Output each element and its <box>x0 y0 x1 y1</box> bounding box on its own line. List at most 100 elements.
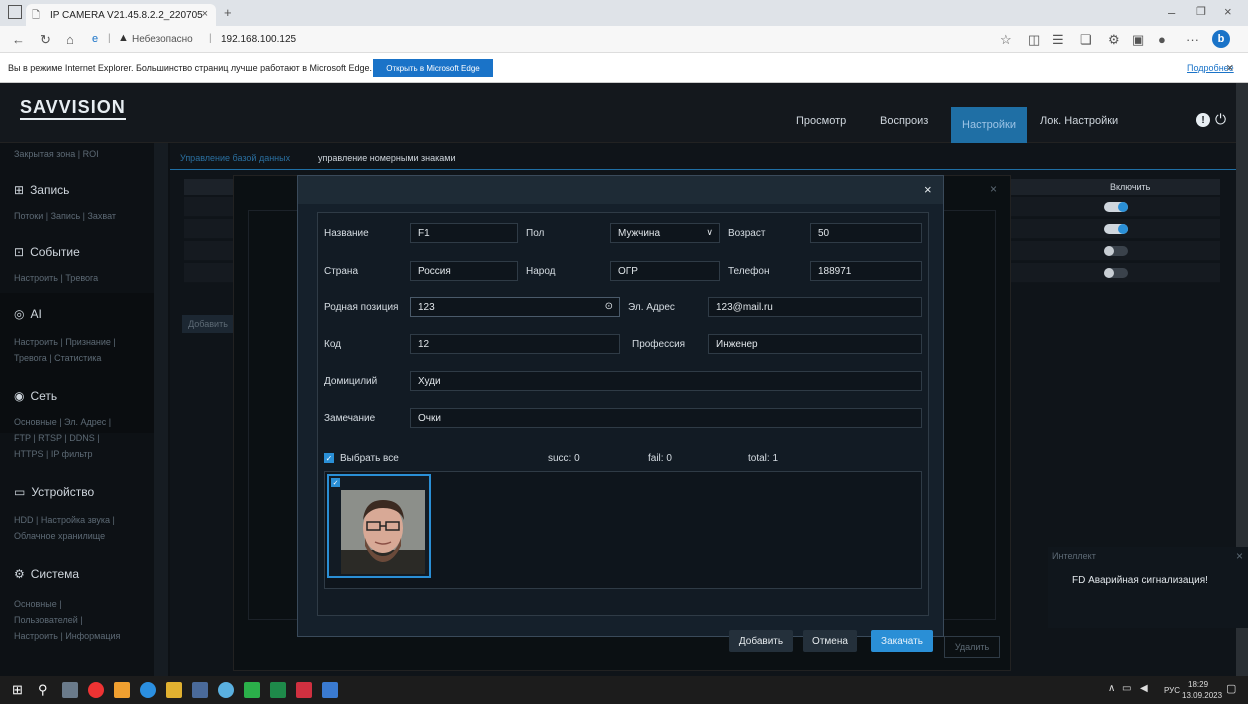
notifications-icon[interactable]: ▢ <box>1226 682 1236 695</box>
network-tray-icon[interactable]: ▭ <box>1122 683 1131 694</box>
sidebar-sub-network-3[interactable]: HTTPS | IP фильтр <box>14 449 92 459</box>
nav-settings[interactable]: Настройки <box>951 107 1027 143</box>
app-icon-1[interactable] <box>114 682 130 698</box>
task-view-icon[interactable] <box>62 682 78 698</box>
domicile-input[interactable]: Худи <box>410 371 922 391</box>
sidebar-sub-ai-1[interactable]: Настроить | Признание | <box>14 337 116 347</box>
language-indicator[interactable]: РУС <box>1164 686 1180 695</box>
remark-input[interactable]: Очки <box>410 408 922 428</box>
search-icon[interactable]: ⚲ <box>38 682 48 698</box>
sidebar-sub-device-1[interactable]: HDD | Настройка звука | <box>14 515 115 525</box>
tray-chevron-icon[interactable]: ∧ <box>1108 683 1115 694</box>
warning-icon[interactable]: ▲ <box>118 32 129 44</box>
sidebar-sub-event[interactable]: Настроить | Тревога <box>14 273 98 283</box>
alert-icon[interactable]: ! <box>1196 113 1210 127</box>
tab-license-plates[interactable]: управление номерными знаками <box>318 153 456 163</box>
url-text[interactable]: 192.168.100.125 <box>221 34 296 45</box>
add-button-bg[interactable]: Добавить <box>182 315 234 333</box>
minimize-icon[interactable]: – <box>1168 5 1175 20</box>
edge-icon[interactable] <box>140 682 156 698</box>
nation-input[interactable]: ОГР <box>610 261 720 281</box>
sidebar-item-privacy-roi[interactable]: Закрытая зона | ROI <box>14 149 99 159</box>
infobar-close-icon[interactable]: × <box>1226 60 1234 75</box>
thumbnail-checkbox[interactable]: ✓ <box>331 478 340 487</box>
opera-icon[interactable] <box>88 682 104 698</box>
native-place-input[interactable]: 123 ⊙ <box>410 297 620 317</box>
sidebar-sub-network-1[interactable]: Основные | Эл. Адрес | <box>14 417 111 427</box>
enable-toggle[interactable] <box>1104 224 1128 234</box>
sidebar-section-record[interactable]: ⊞ Запись <box>14 183 69 197</box>
dialog-close-icon[interactable]: × <box>924 182 932 197</box>
split-screen-icon[interactable]: ◫ <box>1028 32 1040 48</box>
enable-toggle[interactable] <box>1104 246 1128 256</box>
clock-time[interactable]: 18:29 <box>1188 680 1208 689</box>
bing-copilot-icon[interactable]: b <box>1212 30 1230 48</box>
excel-icon[interactable] <box>270 682 286 698</box>
sidebar-sub-record[interactable]: Потоки | Запись | Захват <box>14 211 116 221</box>
close-tab-icon[interactable]: × <box>202 8 208 20</box>
new-tab-icon[interactable]: + <box>224 5 232 20</box>
power-icon[interactable]: ⏻ <box>1215 111 1226 128</box>
ie-mode-icon[interactable]: e <box>92 33 98 45</box>
chrome-like-icon[interactable] <box>218 682 234 698</box>
nav-view[interactable]: Просмотр <box>796 115 846 127</box>
profile-icon[interactable]: ● <box>1158 32 1166 47</box>
windows-start-icon[interactable]: ⊞ <box>12 682 23 698</box>
back-icon[interactable]: ← <box>12 32 25 47</box>
sidebar-scrollbar[interactable] <box>154 143 168 676</box>
underlying-close-icon[interactable]: × <box>990 182 997 196</box>
sidebar-sub-system-1[interactable]: Основные | <box>14 599 62 609</box>
more-icon[interactable]: ··· <box>1186 32 1199 47</box>
home-icon[interactable]: ⌂ <box>66 32 74 47</box>
email-input[interactable]: 123@mail.ru <box>708 297 922 317</box>
delete-button[interactable]: Удалить <box>944 636 1000 658</box>
enable-toggle[interactable] <box>1104 268 1128 278</box>
window-close-icon[interactable]: × <box>1224 4 1232 19</box>
enable-toggle[interactable] <box>1104 202 1128 212</box>
select-all-checkbox[interactable]: ✓ <box>324 453 334 463</box>
whatsapp-icon[interactable] <box>244 682 260 698</box>
sidebar-sub-system-2[interactable]: Пользователей | <box>14 615 83 625</box>
favorites-icon[interactable]: ☰ <box>1052 32 1064 48</box>
sidebar-section-device[interactable]: ▭ Устройство <box>14 485 94 499</box>
sex-select[interactable]: Мужчина ∨ <box>610 223 720 243</box>
workspaces-icon[interactable] <box>8 5 22 19</box>
nav-local-settings[interactable]: Лок. Настройки <box>1040 115 1118 127</box>
nav-playback[interactable]: Воспроиз <box>880 115 928 127</box>
sidebar-section-event[interactable]: ⊡ Событие <box>14 245 80 259</box>
cancel-button[interactable]: Отмена <box>803 630 857 652</box>
tab-face-database[interactable]: Управление базой данных <box>180 153 290 163</box>
sidebar-sub-device-2[interactable]: Облачное хранилище <box>14 531 105 541</box>
notification-close-icon[interactable]: × <box>1236 549 1243 563</box>
sidebar-sub-ai-2[interactable]: Тревога | Статистика <box>14 353 101 363</box>
sidebar-section-system[interactable]: ⚙ Система <box>14 567 79 581</box>
app-icon-3[interactable] <box>296 682 312 698</box>
screenshot-icon[interactable]: ▣ <box>1132 32 1144 48</box>
clear-icon[interactable]: ⊙ <box>605 301 613 312</box>
sidebar-section-network[interactable]: ◉ Сеть <box>14 389 57 403</box>
browser-tab[interactable]: 🗋 IP CAMERA V21.45.8.2.2_220705 × <box>26 4 216 26</box>
sidebar-section-ai[interactable]: ◎ AI <box>14 307 42 321</box>
code-input[interactable]: 12 <box>410 334 620 354</box>
volume-icon[interactable]: ◀ <box>1140 683 1148 694</box>
collections-icon[interactable]: ❏ <box>1080 32 1092 48</box>
extensions-icon[interactable]: ⚙ <box>1108 32 1120 48</box>
favorite-star-icon[interactable]: ☆ <box>1000 32 1012 48</box>
sidebar-sub-network-2[interactable]: FTP | RTSP | DDNS | <box>14 433 100 443</box>
refresh-icon[interactable]: ↻ <box>40 32 51 48</box>
app-icon-4[interactable] <box>322 682 338 698</box>
upload-button[interactable]: Закачать <box>871 630 933 652</box>
age-input[interactable]: 50 <box>810 223 922 243</box>
name-input[interactable]: F1 <box>410 223 518 243</box>
app-icon-2[interactable] <box>192 682 208 698</box>
open-in-edge-button[interactable]: Открыть в Microsoft Edge <box>373 59 493 77</box>
phone-input[interactable]: 188971 <box>810 261 922 281</box>
sidebar-sub-system-3[interactable]: Настроить | Информация <box>14 631 120 641</box>
add-button[interactable]: Добавить <box>729 630 793 652</box>
file-explorer-icon[interactable] <box>166 682 182 698</box>
clock-date[interactable]: 13.09.2023 <box>1182 691 1222 700</box>
country-input[interactable]: Россия <box>410 261 518 281</box>
face-thumbnail-card[interactable]: ✓ <box>327 474 431 578</box>
profession-input[interactable]: Инженер <box>708 334 922 354</box>
restore-icon[interactable]: ❐ <box>1196 5 1206 18</box>
